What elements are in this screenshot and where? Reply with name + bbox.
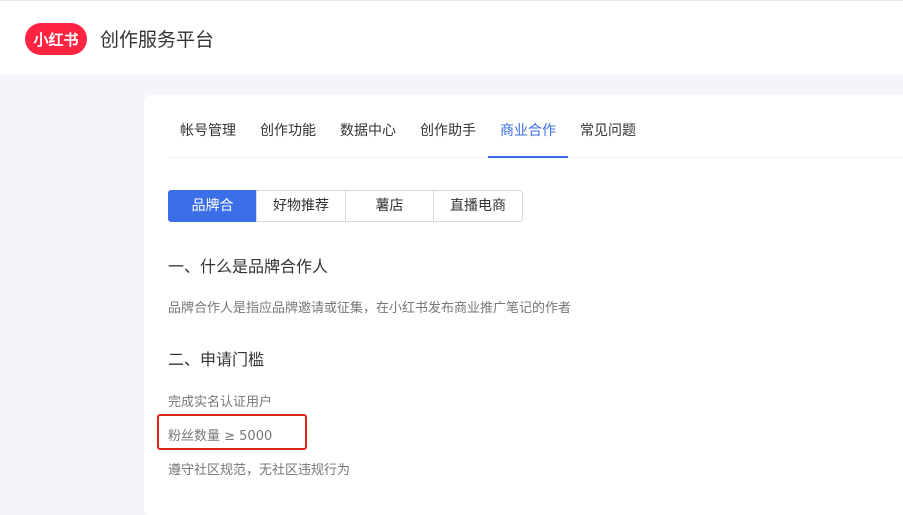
content-card: 帐号管理 创作功能 数据中心 创作助手 商业合作 常见问题 品牌合作 好物推荐 …: [144, 95, 903, 515]
section1-title: 一、什么是品牌合作人: [168, 257, 329, 276]
xiaohongshu-logo[interactable]: 小红书: [25, 23, 87, 55]
logo-text: 小红书: [33, 30, 79, 49]
segment-brand-cooperation[interactable]: 品牌合作: [168, 190, 257, 244]
requirement-item: 遵守社区规范，无社区违规行为: [168, 463, 351, 478]
segment-live-ecommerce[interactable]: 直播电商: [433, 190, 523, 222]
platform-title: 创作服务平台: [100, 29, 215, 51]
tab-creation-features[interactable]: 创作功能: [248, 115, 328, 157]
section1-text: 品牌合作人是指应品牌邀请或征集，在小红书发布商业推广笔记的作者: [168, 301, 572, 316]
top-header: 小红书 创作服务平台: [0, 0, 903, 75]
tab-business-cooperation[interactable]: 商业合作: [488, 115, 568, 158]
section2-title: 二、申请门槛: [168, 350, 265, 369]
tab-faq[interactable]: 常见问题: [568, 115, 648, 157]
tab-data-center[interactable]: 数据中心: [328, 115, 408, 157]
tab-account-management[interactable]: 帐号管理: [168, 115, 248, 157]
segment-good-recommendation[interactable]: 好物推荐: [256, 190, 346, 222]
main-tabs: 帐号管理 创作功能 数据中心 创作助手 商业合作 常见问题: [168, 115, 903, 158]
cooperation-segments: 品牌合作 好物推荐 薯店 直播电商: [168, 190, 523, 244]
requirement-item: 完成实名认证用户: [168, 395, 273, 410]
tab-creation-assistant[interactable]: 创作助手: [408, 115, 488, 157]
segment-shop[interactable]: 薯店: [345, 190, 434, 222]
fans-requirement-highlight: [157, 414, 307, 450]
